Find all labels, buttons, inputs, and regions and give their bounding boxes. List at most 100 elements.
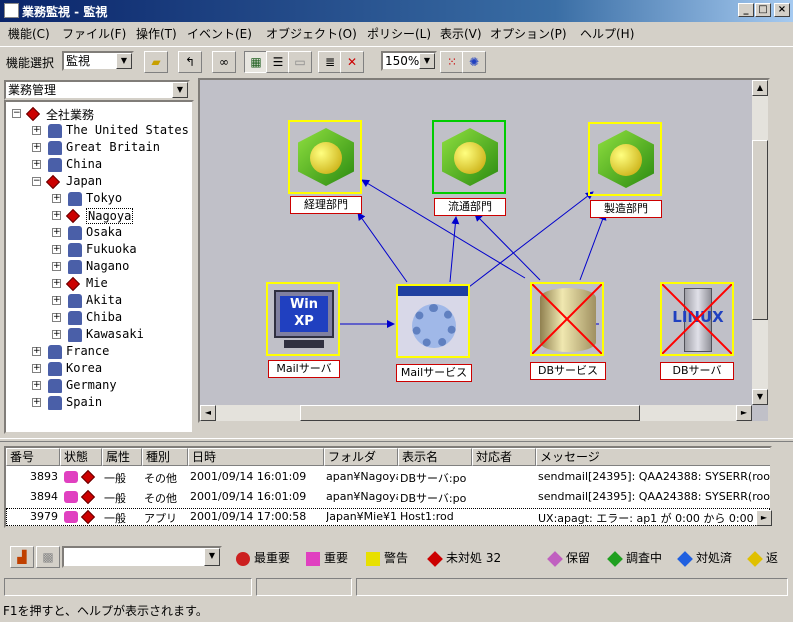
scroll-down-button[interactable]: ▼ [752,389,768,405]
tree-item-label[interactable]: Chiba [86,310,122,324]
splitter[interactable] [0,438,793,442]
list-view-button[interactable]: ☰ [266,51,290,73]
canvas-vscroll[interactable]: ▲ ▼ [752,80,768,405]
severity-filter-5[interactable]: 調査中 [607,547,663,569]
tree-item-label[interactable]: Akita [86,293,122,307]
col-message[interactable]: メッセージ [536,448,770,466]
tree-expander[interactable]: + [52,194,61,203]
tree-item-label[interactable]: Osaka [86,225,122,239]
tree-expander[interactable]: + [32,143,41,152]
tree-expander[interactable]: + [32,126,41,135]
open-folder-button[interactable]: ▰ [144,51,168,73]
menu-operation[interactable]: 操作(T) [136,25,177,42]
tree-item-label[interactable]: Germany [66,378,117,392]
tree-item-label[interactable]: Nagoya [86,208,134,224]
tree-item-label[interactable]: Japan [66,174,102,188]
filter-button[interactable]: ▟ [10,546,34,568]
dept-node-manufacturing[interactable] [588,122,662,196]
tree-item-label[interactable]: Mie [86,276,108,290]
severity-filter-4[interactable]: 保留 [547,547,590,569]
filter-select[interactable]: ▼ [62,546,222,568]
tree-item-label[interactable]: Kawasaki [86,327,144,341]
menu-help[interactable]: ヘルプ(H) [580,25,634,42]
tree-expander[interactable]: + [52,245,61,254]
tree-item-label[interactable]: The United States [66,123,189,137]
tree-item-label[interactable]: Great Britain [66,140,160,154]
dept-node-distribution[interactable] [432,120,506,194]
list-toggle-button[interactable]: ≣ [318,51,342,73]
tree-item-label[interactable]: China [66,157,102,171]
node-db-server[interactable]: LINUX [660,282,734,356]
severity-filter-0[interactable]: 最重要 [236,547,290,569]
node-db-service[interactable] [530,282,604,356]
node-mail-service[interactable] [396,284,470,358]
tree-expander[interactable]: + [32,381,41,390]
tree-item-label[interactable]: Korea [66,361,102,375]
menu-event[interactable]: イベント(E) [187,25,252,42]
tree-expander[interactable]: + [52,313,61,322]
node-mail-server[interactable]: Win XP [266,282,340,356]
tree-expander[interactable]: + [32,160,41,169]
menu-function[interactable]: 機能(C) [8,25,50,42]
tree-item-label[interactable]: Nagano [86,259,129,273]
tree-item-label[interactable]: Fukuoka [86,242,137,256]
tree-expander[interactable]: − [32,177,41,186]
dept-node-accounting[interactable] [288,120,362,194]
graph-canvas[interactable]: 経理部門 流通部門 製造部門 Win XP Mailサーバ Mailサービス D… [198,78,770,423]
tree-expander[interactable]: + [52,296,61,305]
severity-filter-2[interactable]: 警告 [366,547,408,569]
col-status[interactable]: 状態 [60,448,102,466]
clear-filter-button[interactable]: ▩ [36,546,60,568]
tree-expander[interactable]: + [52,279,61,288]
tree-expander[interactable]: + [52,211,61,220]
hscroll-thumb[interactable] [300,405,640,421]
map-view-button[interactable]: ▦ [244,51,268,73]
circle-layout-button[interactable]: ✺ [462,51,486,73]
minimize-button[interactable]: _ [738,3,754,17]
col-folder[interactable]: フォルダ [324,448,398,466]
col-attribute[interactable]: 属性 [102,448,142,466]
tree-expander[interactable]: + [32,364,41,373]
menu-view[interactable]: 表示(V) [440,25,482,42]
maximize-button[interactable]: □ [755,3,771,17]
close-button[interactable]: × [774,3,790,17]
scroll-left-button[interactable]: ◄ [200,405,216,421]
menu-file[interactable]: ファイル(F) [62,25,126,42]
severity-label: 調査中 [626,551,663,565]
detail-view-button[interactable]: ▭ [288,51,312,73]
col-type[interactable]: 種別 [142,448,188,466]
scroll-up-button[interactable]: ▲ [752,80,768,96]
tree-expander[interactable]: + [52,262,61,271]
col-owner[interactable]: 対応者 [472,448,536,466]
tree-item-label[interactable]: Tokyo [86,191,122,205]
scroll-right-button[interactable]: ► [736,405,752,421]
severity-filter-1[interactable]: 重要 [306,547,348,569]
tree-item-label[interactable]: 全社業務 [46,106,94,123]
canvas-hscroll[interactable]: ◄ ► [200,405,752,421]
severity-filter-3[interactable]: 未対処 32 [427,547,501,569]
menu-policy[interactable]: ポリシー(L) [367,25,431,42]
severity-filter-7[interactable]: 返 [747,547,778,569]
function-select[interactable]: 監視 ▼ [62,51,134,71]
zoom-select[interactable]: 150% ▼ [381,51,437,71]
col-display-name[interactable]: 表示名 [398,448,472,466]
severity-filter-6[interactable]: 対処済 [677,547,732,569]
tree-expander[interactable]: + [52,228,61,237]
col-datetime[interactable]: 日時 [188,448,324,466]
menu-options[interactable]: オプション(P) [490,25,567,42]
scroll-thumb[interactable] [752,140,768,320]
tree-expander[interactable]: + [32,398,41,407]
find-button[interactable]: ∞ [212,51,236,73]
delete-list-button[interactable]: ✕ [340,51,364,73]
tree-item-label[interactable]: France [66,344,109,358]
grid-button[interactable]: ⁙ [440,51,464,73]
up-level-button[interactable]: ↰ [178,51,202,73]
tree-root-select[interactable]: 業務管理 ▼ [4,80,190,100]
tree-expander[interactable]: + [52,330,61,339]
tree-item-label[interactable]: Spain [66,395,102,409]
tree-expander[interactable]: − [12,109,21,118]
menu-object[interactable]: オブジェクト(O) [266,25,357,42]
table-scroll-button[interactable]: ► [756,510,772,526]
tree-expander[interactable]: + [32,347,41,356]
col-number[interactable]: 番号 [6,448,60,466]
